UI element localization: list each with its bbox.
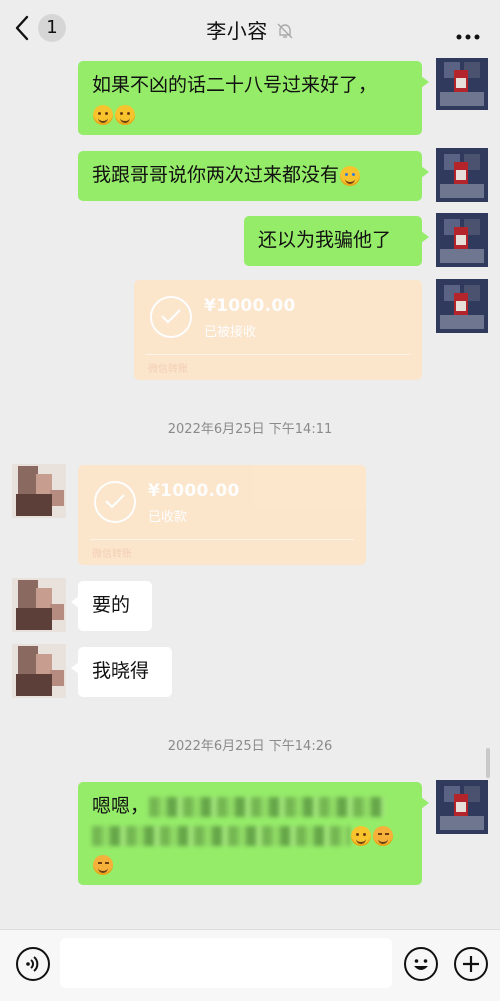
smile-emoji-icon [115,104,135,125]
smile-emoji-icon [351,825,371,846]
chat-bubble-me[interactable]: 嗯嗯， [78,782,429,885]
check-circle-icon [150,296,192,338]
chat-header: 1 李小容 [0,0,500,58]
divider [90,539,354,540]
contact-avatar[interactable] [12,644,66,698]
blurred-text [92,825,350,846]
voice-button[interactable] [16,947,50,981]
message-text: 还以为我骗他了 [258,229,392,251]
timestamp: 2022年6月25日 下午14:26 [167,739,333,754]
transfer-amount: ¥1000.00 [204,296,296,316]
message-input[interactable] [60,938,392,988]
chat-bubble-me[interactable]: 如果不凶的话二十八号过来好了， [78,61,429,135]
contact-avatar[interactable] [12,578,66,632]
contact-name: 李小容 [206,19,268,43]
transfer-status: 已收款 [148,510,188,525]
message-text: 如果不凶的话二十八号过来好了， [92,74,378,96]
chat-bubble-her[interactable]: 我晓得 [71,647,172,697]
message-text: 我晓得 [92,660,150,682]
transfer-footer: 微信转账 [92,549,132,560]
message-text: 我跟哥哥说你两次过来都没有 [92,164,340,186]
crying-emoji-icon [340,165,361,186]
message-text: 要的 [92,594,131,616]
transfer-status: 已被接收 [204,325,257,340]
transfer-amount: ¥1000.00 [148,481,240,501]
smile-emoji-icon [93,104,113,125]
message-text: 嗯嗯， [92,795,150,817]
more-functions-button[interactable] [454,947,488,981]
page-title: 李小容 [0,15,500,45]
my-avatar[interactable] [436,56,488,110]
more-options-button[interactable] [456,25,480,44]
more-icon [456,25,480,44]
emoji-button[interactable] [404,947,438,981]
chat-bubble-me[interactable]: 我跟哥哥说你两次过来都没有 [78,151,429,201]
squint-emoji-icon [373,825,393,846]
blurred-text [149,796,386,817]
transfer-footer: 微信转账 [148,364,188,375]
input-bar [0,929,500,1001]
scrollbar[interactable] [486,748,490,778]
my-avatar[interactable] [436,780,488,834]
chat-bubble-her[interactable]: 要的 [71,581,152,631]
my-avatar[interactable] [436,148,488,202]
check-circle-icon [94,481,136,523]
contact-avatar[interactable] [12,464,66,518]
timestamp: 2022年6月25日 下午14:11 [167,422,333,437]
transfer-card-received[interactable]: ¥1000.00 已收款 微信转账 [78,465,366,565]
divider [146,354,410,355]
my-avatar[interactable] [436,213,488,267]
mute-bell-icon [276,21,294,45]
my-avatar[interactable] [436,279,488,333]
squint-emoji-icon [93,854,113,875]
transfer-card-sent[interactable]: ¥1000.00 已被接收 微信转账 [134,280,422,380]
chat-bubble-me[interactable]: 还以为我骗他了 [244,216,429,266]
